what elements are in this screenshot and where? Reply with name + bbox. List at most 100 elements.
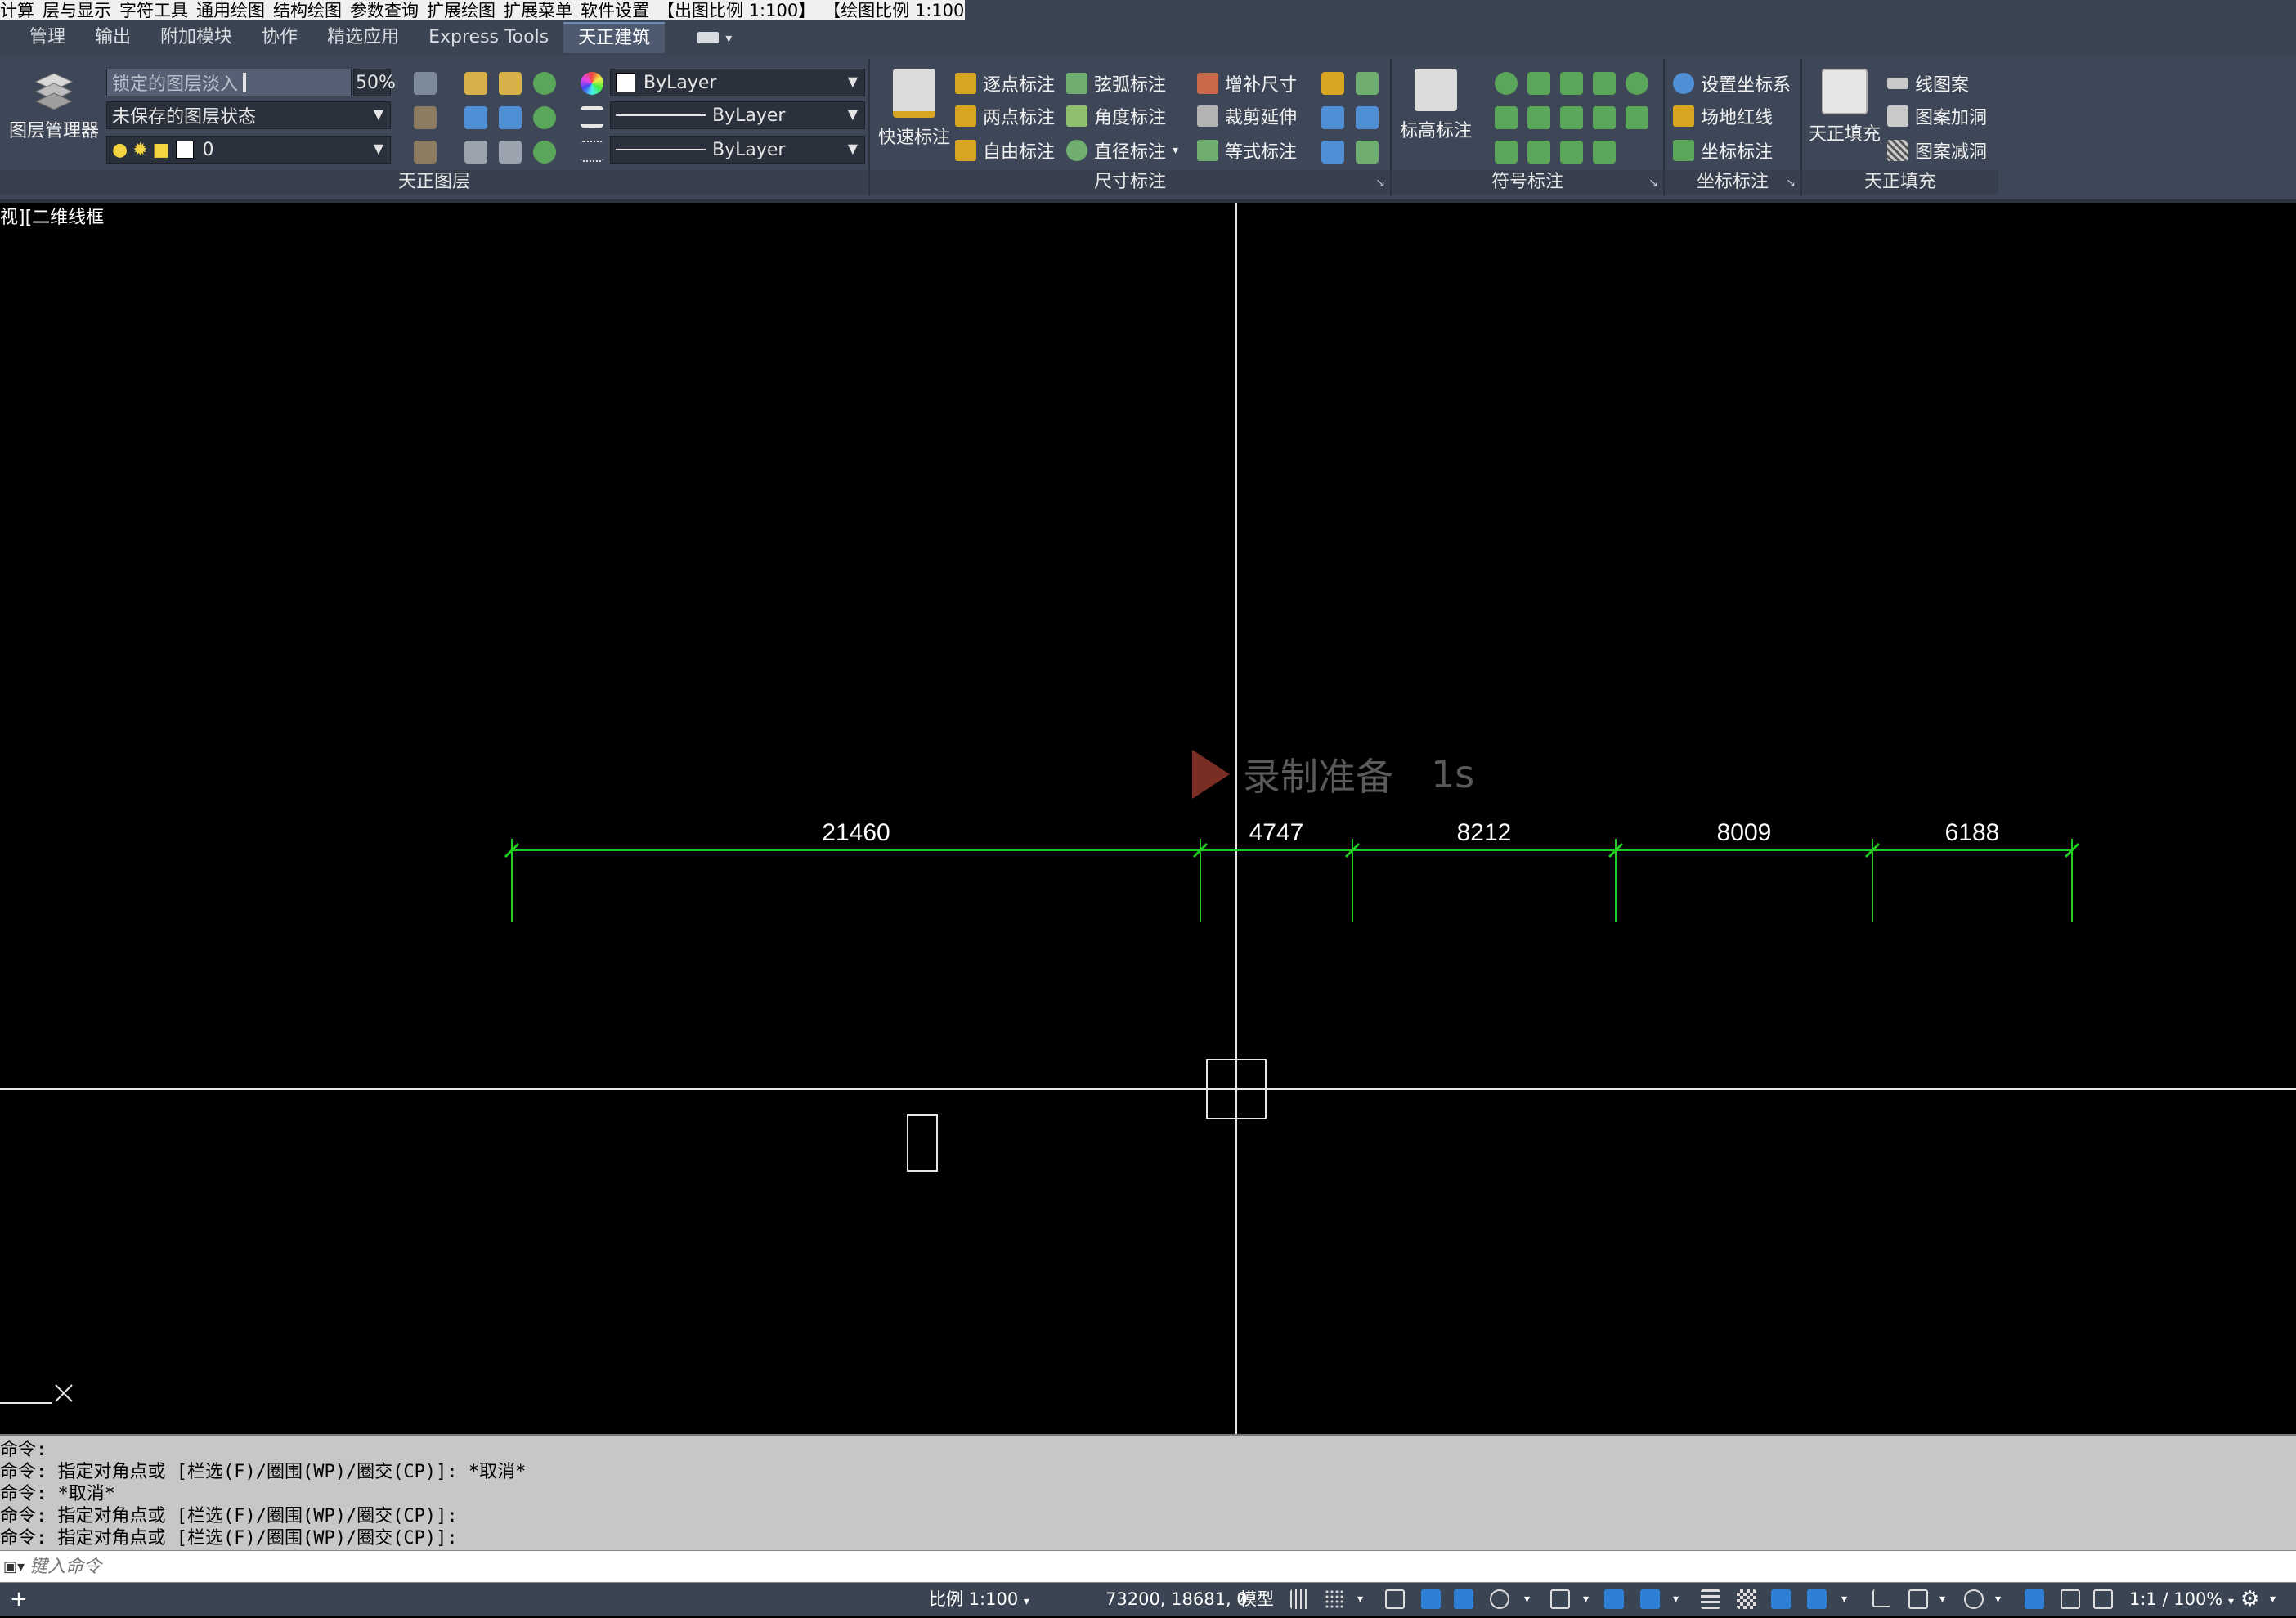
layer-green-icon[interactable]	[533, 141, 556, 164]
symbol-icon[interactable]	[1593, 106, 1616, 129]
tab-express-tools[interactable]: Express Tools	[414, 23, 563, 52]
color-wheel-icon[interactable]	[581, 72, 603, 95]
chevron-down-icon[interactable]: ▾	[1357, 1583, 1363, 1616]
layer-state-dropdown[interactable]: 未保存的图层状态 ▼	[106, 101, 391, 129]
command-menu-icon[interactable]: ▣▾	[0, 1553, 28, 1580]
dim-add-button[interactable]: 增补尺寸	[1197, 69, 1297, 98]
menu-ext-draw[interactable]: 扩展绘图	[427, 0, 496, 20]
tab-addins[interactable]: 附加模块	[146, 23, 247, 52]
auto-scale-icon[interactable]	[2061, 1589, 2080, 1609]
symbol-icon[interactable]	[1527, 106, 1550, 129]
dim-trim-extend-button[interactable]: 裁剪延伸	[1197, 101, 1297, 131]
dynamic-input-icon[interactable]	[1421, 1589, 1441, 1609]
annotation-scale-dropdown[interactable]: 1:1 / 100% ▾	[2129, 1583, 2234, 1616]
layer-fade-value[interactable]: 50%	[353, 69, 396, 96]
annotation-visibility-icon[interactable]	[2025, 1589, 2044, 1609]
layer-tool-icon[interactable]	[414, 141, 437, 164]
drawing-canvas[interactable]: 21460 4747 8212 8009 6188	[0, 203, 2296, 1434]
dimension-chain[interactable]: 21460 4747 8212 8009 6188	[504, 819, 2080, 922]
dim-point-by-point-button[interactable]: 逐点标注	[955, 69, 1055, 98]
line-pattern-button[interactable]: 线图案	[1887, 69, 1969, 98]
chevron-down-icon[interactable]: ▾	[1841, 1583, 1847, 1616]
pattern-add-hole-button[interactable]: 图案加洞	[1887, 101, 1987, 131]
symbol-icon[interactable]	[1626, 106, 1648, 129]
ucs-icon[interactable]	[1872, 1589, 1890, 1607]
panel-expand-icon[interactable]: ↘	[1648, 177, 1658, 190]
symbol-icon[interactable]	[1593, 141, 1616, 164]
coordinate-readout[interactable]: 73200, 18681, 0	[1105, 1583, 1248, 1616]
transparency-icon[interactable]	[1737, 1589, 1756, 1609]
menu-layer-display[interactable]: 层与显示	[43, 0, 111, 20]
menu-ext-menu[interactable]: 扩展菜单	[504, 0, 572, 20]
layer-green-icon[interactable]	[533, 72, 556, 95]
symbol-icon[interactable]	[1560, 141, 1583, 164]
menu-settings[interactable]: 软件设置	[581, 0, 649, 20]
grid-icon[interactable]	[1290, 1589, 1310, 1609]
section-icon[interactable]	[1560, 72, 1583, 95]
symbol-icon[interactable]	[1495, 141, 1518, 164]
tab-tangent-arch[interactable]: 天正建筑	[563, 22, 666, 53]
break-line-icon[interactable]	[1527, 72, 1550, 95]
site-redline-button[interactable]: 场地红线	[1673, 101, 1773, 131]
fade-slider-thumb[interactable]	[243, 73, 246, 92]
dim-edit-icon[interactable]	[1321, 72, 1344, 95]
isolate-objects-icon[interactable]	[1964, 1589, 1984, 1609]
north-arrow-icon[interactable]	[1495, 72, 1518, 95]
tangent-fill-button[interactable]: 天正填充	[1805, 69, 1884, 146]
model-space-toggle[interactable]: 模型	[1240, 1583, 1274, 1616]
layer-tool-icon[interactable]	[414, 106, 437, 129]
selection-cycling-icon[interactable]	[1771, 1589, 1791, 1609]
chevron-down-icon[interactable]: ▾	[1583, 1583, 1589, 1616]
lineweight-dropdown[interactable]: ByLayer ▼	[610, 136, 865, 164]
symbol-icon[interactable]	[1495, 106, 1518, 129]
chevron-down-icon[interactable]: ▾	[1995, 1583, 2001, 1616]
symbol-icon[interactable]	[1560, 106, 1583, 129]
dim-arc-chord-button[interactable]: 弦弧标注	[1066, 69, 1166, 98]
index-icon[interactable]	[1626, 72, 1648, 95]
chevron-down-icon[interactable]: ▾	[1673, 1583, 1679, 1616]
iso-draft-icon[interactable]	[1550, 1589, 1570, 1609]
viewport-label[interactable]: 视][二维线框	[0, 206, 105, 231]
current-layer-dropdown[interactable]: ● ✹ ■ 0 ▼	[106, 136, 391, 164]
ortho-icon[interactable]	[1454, 1589, 1473, 1609]
polar-icon[interactable]	[1490, 1589, 1509, 1609]
menu-calc[interactable]: 计算	[0, 0, 34, 20]
tab-collaborate[interactable]: 协作	[247, 23, 312, 52]
tab-output[interactable]: 输出	[80, 23, 146, 52]
layer-isolate-icon[interactable]	[499, 72, 522, 95]
leader-icon[interactable]	[1593, 72, 1616, 95]
dim-edit-icon[interactable]	[1321, 141, 1344, 164]
panel-expand-icon[interactable]: ↘	[1786, 177, 1796, 190]
dim-edit-icon[interactable]	[1321, 106, 1344, 129]
menu-text-tools[interactable]: 字符工具	[119, 0, 188, 20]
panel-expand-icon[interactable]: ↘	[1375, 177, 1385, 190]
chevron-down-icon[interactable]: ▾	[1939, 1583, 1945, 1616]
set-ucs-button[interactable]: 设置坐标系	[1673, 69, 1791, 98]
quick-dim-button[interactable]: 快速标注	[873, 69, 955, 149]
lineweight-icon[interactable]	[581, 141, 603, 162]
dim-edit-icon[interactable]	[1356, 106, 1379, 129]
menu-print-scale[interactable]: 【出图比例 1:100】	[657, 0, 815, 20]
infer-icon[interactable]	[1385, 1589, 1405, 1609]
chevron-down-icon[interactable]: ▾	[2270, 1583, 2276, 1616]
pattern-remove-hole-button[interactable]: 图案减洞	[1887, 136, 1987, 165]
linetype-dropdown[interactable]: ByLayer ▼	[610, 101, 865, 129]
dim-angle-button[interactable]: 角度标注	[1066, 101, 1166, 131]
3d-osnap-icon[interactable]	[1807, 1589, 1827, 1609]
layer-fade-slider[interactable]: 锁定的图层淡入	[106, 69, 352, 96]
object-snap-icon[interactable]	[1640, 1589, 1660, 1609]
linetype-icon[interactable]	[581, 106, 603, 128]
lineweight-display-icon[interactable]	[1701, 1589, 1720, 1609]
chevron-down-icon[interactable]: ▾	[1524, 1583, 1530, 1616]
annotation-scale-icon[interactable]	[2093, 1589, 2113, 1609]
layer-thaw-icon[interactable]	[499, 106, 522, 129]
object-snap-tracking-icon[interactable]	[1604, 1589, 1624, 1609]
color-dropdown[interactable]: ByLayer ▼	[610, 69, 865, 96]
menu-draw-scale[interactable]: 【绘图比例 1:100】	[823, 0, 965, 20]
snap-icon[interactable]	[1325, 1589, 1344, 1609]
layer-on-icon[interactable]	[464, 72, 487, 95]
tab-manage[interactable]: 管理	[15, 23, 80, 52]
layer-green-icon[interactable]	[533, 106, 556, 129]
elevation-button[interactable]: 标高标注	[1397, 69, 1475, 142]
gizmo-icon[interactable]	[1908, 1589, 1928, 1609]
